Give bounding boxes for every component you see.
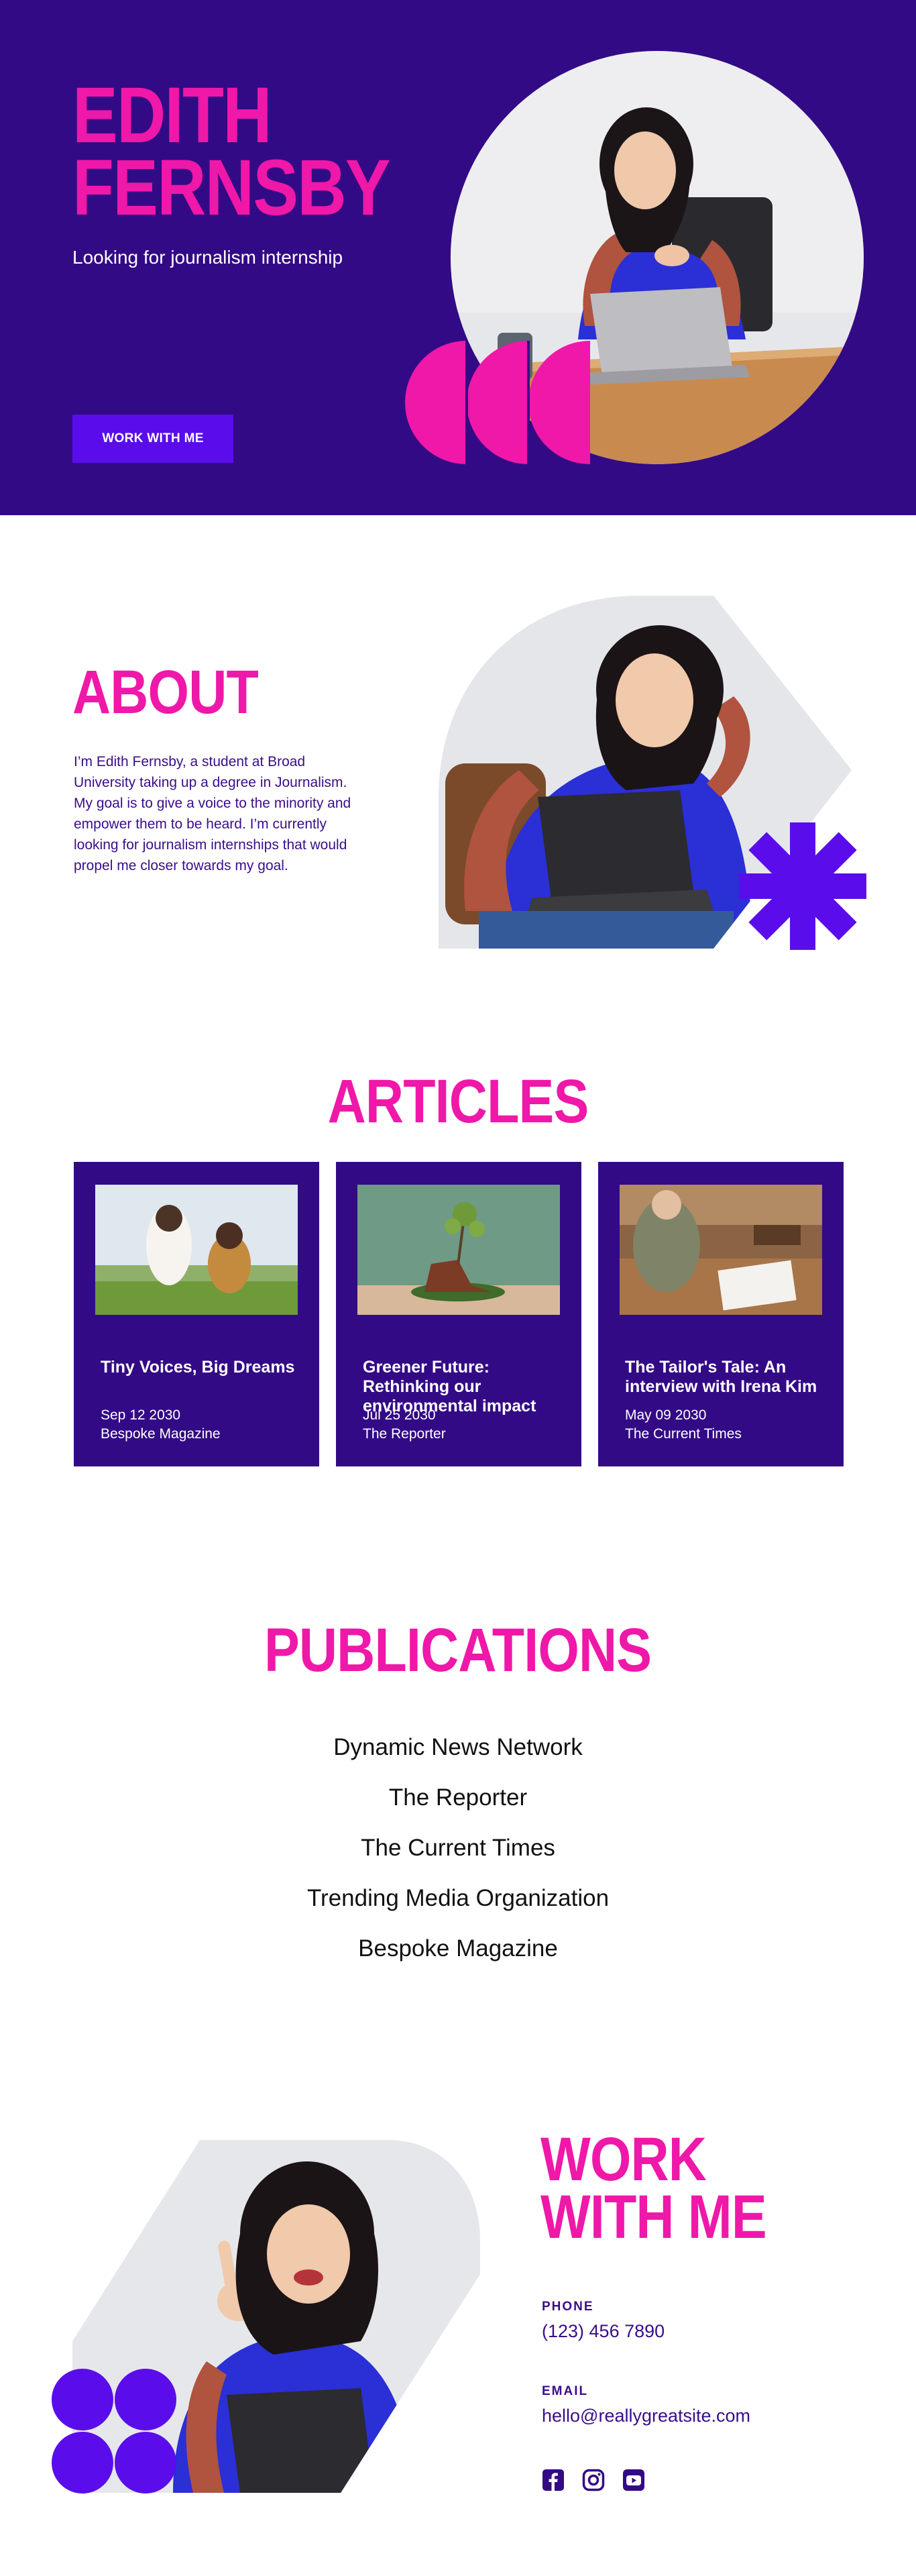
article-publication: Bespoke Magazine — [101, 1426, 221, 1442]
article-date: May 09 2030 — [625, 1407, 707, 1423]
instagram-icon[interactable] — [581, 2467, 606, 2493]
email-label: EMAIL — [542, 2384, 589, 2398]
hero-name: EDITH FERNSBY — [72, 76, 396, 227]
publications-title: PUBLICATIONS — [0, 1615, 916, 1686]
portfolio-page: EDITH FERNSBY Looking for journalism int… — [0, 0, 916, 2576]
hero-subtitle: Looking for journalism internship — [72, 247, 343, 268]
publications-list: Dynamic News Network The Reporter The Cu… — [0, 1724, 916, 1976]
publication-item: The Reporter — [388, 1784, 528, 1811]
publication-item: Dynamic News Network — [333, 1734, 583, 1760]
publication-item: Trending Media Organization — [306, 1885, 610, 1911]
hero-section: EDITH FERNSBY Looking for journalism int… — [0, 0, 916, 515]
article-publication: The Reporter — [363, 1426, 446, 1442]
publication-item: Bespoke Magazine — [358, 1935, 558, 1962]
phone-value[interactable]: (123) 456 7890 — [542, 2321, 665, 2342]
article-image — [357, 1185, 560, 1315]
work-with-me-title-line2: WITH ME — [540, 2183, 767, 2251]
asterisk-shape — [739, 822, 866, 950]
work-with-me-button[interactable]: WORK WITH ME — [72, 415, 233, 463]
pink-quote-shapes — [405, 341, 590, 464]
hero-name-last: FERNSBY — [72, 144, 391, 232]
articles-title: ARTICLES — [0, 1067, 916, 1137]
article-publication: The Current Times — [625, 1426, 742, 1442]
article-cards: Tiny Voices, Big Dreams Sep 12 2030 Besp… — [74, 1162, 844, 1466]
article-date: Jul 25 2030 — [363, 1407, 436, 1423]
article-title: The Tailor's Tale: An interview with Ire… — [625, 1358, 817, 1396]
publication-item: The Current Times — [361, 1835, 555, 1861]
article-card[interactable]: Greener Future: Rethinking our environme… — [336, 1162, 581, 1466]
work-with-me-title: WORK WITH ME — [540, 2129, 817, 2248]
about-text: I’m Edith Fernsby, a student at Broad Un… — [74, 754, 351, 873]
article-card[interactable]: The Tailor's Tale: An interview with Ire… — [598, 1162, 844, 1466]
four-circles-shape — [52, 2369, 176, 2493]
youtube-icon[interactable] — [621, 2467, 646, 2493]
publications-title-text: PUBLICATIONS — [264, 1616, 652, 1684]
social-links — [540, 2467, 646, 2494]
article-title: Tiny Voices, Big Dreams — [101, 1358, 295, 1377]
article-image — [620, 1185, 822, 1315]
article-card[interactable]: Tiny Voices, Big Dreams Sep 12 2030 Besp… — [74, 1162, 319, 1466]
article-image — [95, 1185, 298, 1315]
articles-title-text: ARTICLES — [327, 1067, 589, 1136]
article-date: Sep 12 2030 — [101, 1407, 181, 1423]
facebook-icon[interactable] — [540, 2467, 566, 2493]
about-title: ABOUT — [72, 658, 259, 727]
phone-label: PHONE — [542, 2300, 594, 2314]
email-value[interactable]: hello@reallygreatsite.com — [542, 2406, 750, 2426]
